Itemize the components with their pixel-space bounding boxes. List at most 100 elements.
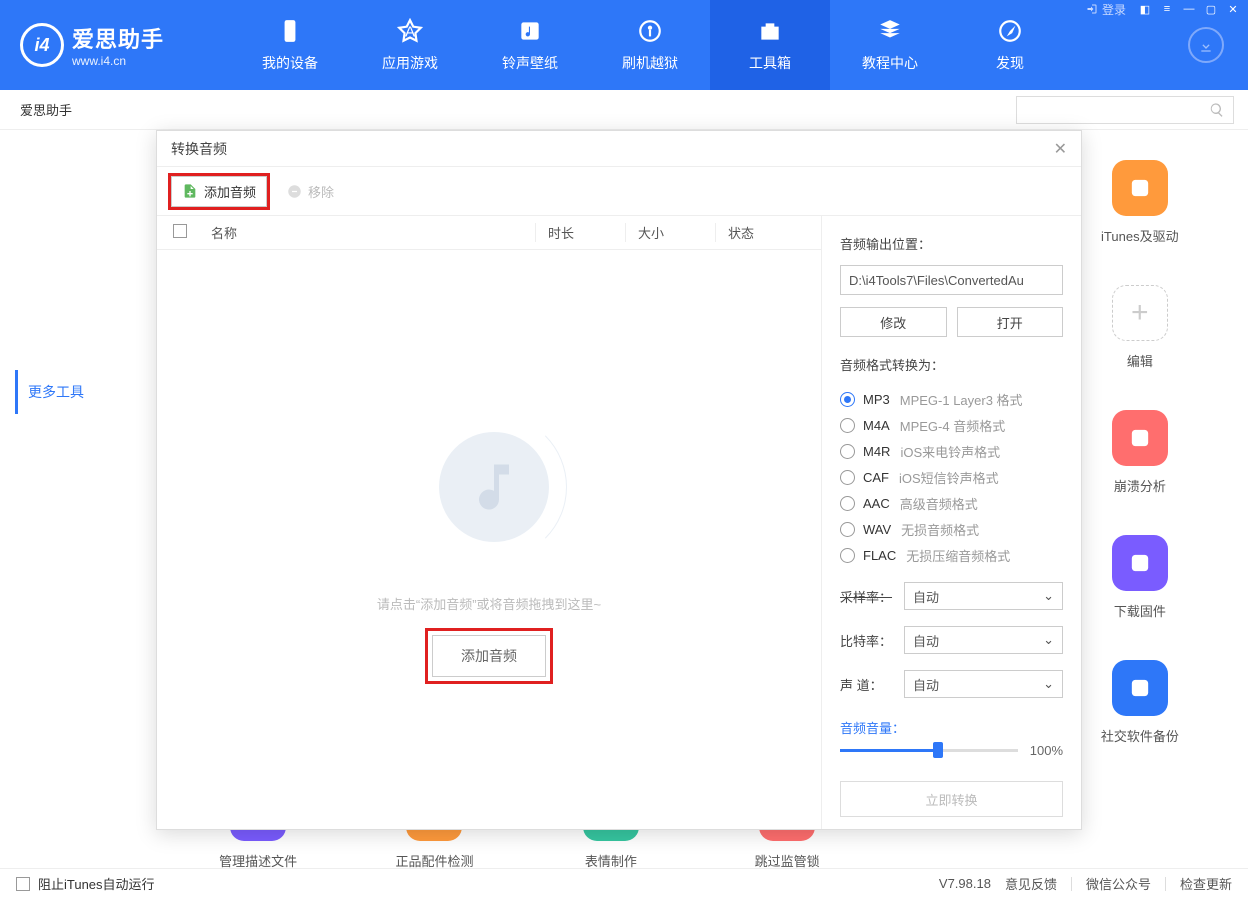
radio-icon	[840, 496, 855, 511]
radio-icon	[840, 470, 855, 485]
select-all-checkbox[interactable]	[173, 224, 187, 238]
plus-icon: +	[1112, 285, 1168, 341]
format-radio-m4r[interactable]: M4RiOS来电铃声格式	[840, 438, 1063, 464]
header: i4 爱思助手 www.i4.cn 我的设备 A 应用游戏 铃声壁纸 刷机越狱 工具箱 教程…	[0, 0, 1248, 90]
format-code: MP3	[863, 392, 890, 407]
menu-icon[interactable]: ≡	[1158, 1, 1176, 17]
chevron-down-icon: ⌄	[1043, 632, 1054, 648]
format-desc: MPEG-4 音频格式	[900, 416, 1005, 435]
tool-item[interactable]: 下载固件	[1062, 535, 1218, 620]
close-window-icon[interactable]: ✕	[1224, 1, 1242, 17]
logo-site: www.i4.cn	[72, 54, 164, 68]
version-label: V7.98.18	[939, 876, 991, 891]
add-audio-big-button[interactable]: 添加音频	[432, 635, 546, 677]
nav-label: 刷机越狱	[622, 53, 678, 73]
logo-icon: i4	[20, 23, 64, 67]
bitrate-select[interactable]: 自动⌄	[904, 626, 1063, 654]
search-icon	[1209, 102, 1225, 118]
format-code: CAF	[863, 470, 889, 485]
format-radio-mp3[interactable]: MP3 MPEG-1 Layer3 格式	[840, 386, 1063, 412]
wechat-link[interactable]: 微信公众号	[1086, 874, 1151, 893]
check-update-link[interactable]: 检查更新	[1180, 874, 1232, 893]
remove-button[interactable]: 移除	[287, 182, 334, 201]
nav-tab-4[interactable]: 工具箱	[710, 0, 830, 90]
volume-value: 100%	[1030, 743, 1063, 758]
tool-label: 编辑	[1127, 351, 1153, 370]
nav-tab-3[interactable]: 刷机越狱	[590, 0, 710, 90]
format-desc: 高级音频格式	[900, 494, 978, 513]
col-status: 状态	[715, 223, 805, 242]
nav-tab-0[interactable]: 我的设备	[230, 0, 350, 90]
tool-item[interactable]: + 编辑	[1062, 285, 1218, 370]
svg-text:A: A	[405, 23, 416, 40]
nav-tab-5[interactable]: 教程中心	[830, 0, 950, 90]
minimize-icon[interactable]: —	[1180, 1, 1198, 17]
nav-tab-2[interactable]: 铃声壁纸	[470, 0, 590, 90]
logo[interactable]: i4 爱思助手 www.i4.cn	[0, 22, 230, 68]
tool-item[interactable]: 崩溃分析	[1062, 410, 1218, 495]
music-illustration-icon	[369, 402, 609, 572]
breadcrumb: 爱思助手	[20, 100, 72, 119]
format-radio-flac[interactable]: FLAC无损压缩音频格式	[840, 542, 1063, 568]
nav-label: 应用游戏	[382, 53, 438, 73]
settings-panel: 音频输出位置： D:\i4Tools7\Files\ConvertedAu 修改…	[821, 216, 1081, 829]
subheader: 爱思助手 查找工具	[0, 90, 1248, 130]
format-desc: MPEG-1 Layer3 格式	[900, 390, 1023, 409]
nav-label: 工具箱	[749, 53, 791, 73]
open-button[interactable]: 打开	[957, 307, 1064, 337]
tool-item[interactable]: 社交软件备份	[1062, 660, 1218, 745]
drop-area[interactable]: 请点击“添加音频”或将音频拖拽到这里~ 添加音频	[157, 250, 821, 829]
format-radio-wav[interactable]: WAV无损音频格式	[840, 516, 1063, 542]
dialog-title: 转换音频	[171, 139, 227, 159]
nav-label: 我的设备	[262, 53, 318, 73]
add-file-icon	[182, 183, 198, 199]
block-itunes-checkbox[interactable]	[16, 877, 30, 891]
nav-tab-6[interactable]: 发现	[950, 0, 1070, 90]
format-desc: 无损音频格式	[901, 520, 979, 539]
login-link[interactable]: 登录	[1086, 1, 1126, 18]
sidebar-item-more-tools[interactable]: 更多工具	[15, 370, 150, 414]
nav-label: 教程中心	[862, 53, 918, 73]
feedback-link[interactable]: 意见反馈	[1005, 874, 1057, 893]
tool-icon	[1112, 160, 1168, 216]
nav-label: 发现	[996, 53, 1024, 73]
radio-icon	[840, 418, 855, 433]
radio-icon	[840, 522, 855, 537]
tool-label: 下载固件	[1114, 601, 1166, 620]
channel-label: 声 道：	[840, 675, 896, 694]
nav-label: 铃声壁纸	[502, 53, 558, 73]
col-name: 名称	[203, 223, 535, 242]
channel-select[interactable]: 自动⌄	[904, 670, 1063, 698]
nav-icon	[876, 17, 904, 45]
tool-icon	[1112, 660, 1168, 716]
format-radio-caf[interactable]: CAFiOS短信铃声格式	[840, 464, 1063, 490]
maximize-icon[interactable]: ▢	[1202, 1, 1220, 17]
tool-item[interactable]: iTunes及驱动	[1062, 160, 1218, 245]
nav-tab-1[interactable]: A 应用游戏	[350, 0, 470, 90]
volume-slider[interactable]: 100%	[840, 737, 1063, 763]
theme-icon[interactable]: ◧	[1136, 1, 1154, 17]
output-path-field[interactable]: D:\i4Tools7\Files\ConvertedAu	[840, 265, 1063, 295]
format-label: 音频格式转换为：	[840, 355, 1063, 374]
drop-hint: 请点击“添加音频”或将音频拖拽到这里~	[377, 594, 601, 613]
format-radio-m4a[interactable]: M4AMPEG-4 音频格式	[840, 412, 1063, 438]
close-icon[interactable]: ✕	[1054, 139, 1067, 159]
add-audio-button[interactable]: 添加音频	[171, 176, 267, 207]
sample-rate-select[interactable]: 自动⌄	[904, 582, 1063, 610]
download-indicator-icon[interactable]	[1188, 27, 1224, 63]
output-location-label: 音频输出位置：	[840, 234, 1063, 253]
format-code: FLAC	[863, 548, 896, 563]
add-audio-label: 添加音频	[204, 182, 256, 201]
nav-icon	[516, 17, 544, 45]
format-radio-aac[interactable]: AAC高级音频格式	[840, 490, 1063, 516]
remove-icon	[287, 184, 302, 199]
search-input[interactable]: 查找工具	[1016, 96, 1234, 124]
modify-button[interactable]: 修改	[840, 307, 947, 337]
logo-title: 爱思助手	[72, 22, 164, 54]
bitrate-label: 比特率：	[840, 631, 896, 650]
radio-icon	[840, 444, 855, 459]
convert-button[interactable]: 立即转换	[840, 781, 1063, 817]
chevron-down-icon: ⌄	[1043, 588, 1054, 604]
nav-icon	[636, 17, 664, 45]
format-code: M4R	[863, 444, 890, 459]
